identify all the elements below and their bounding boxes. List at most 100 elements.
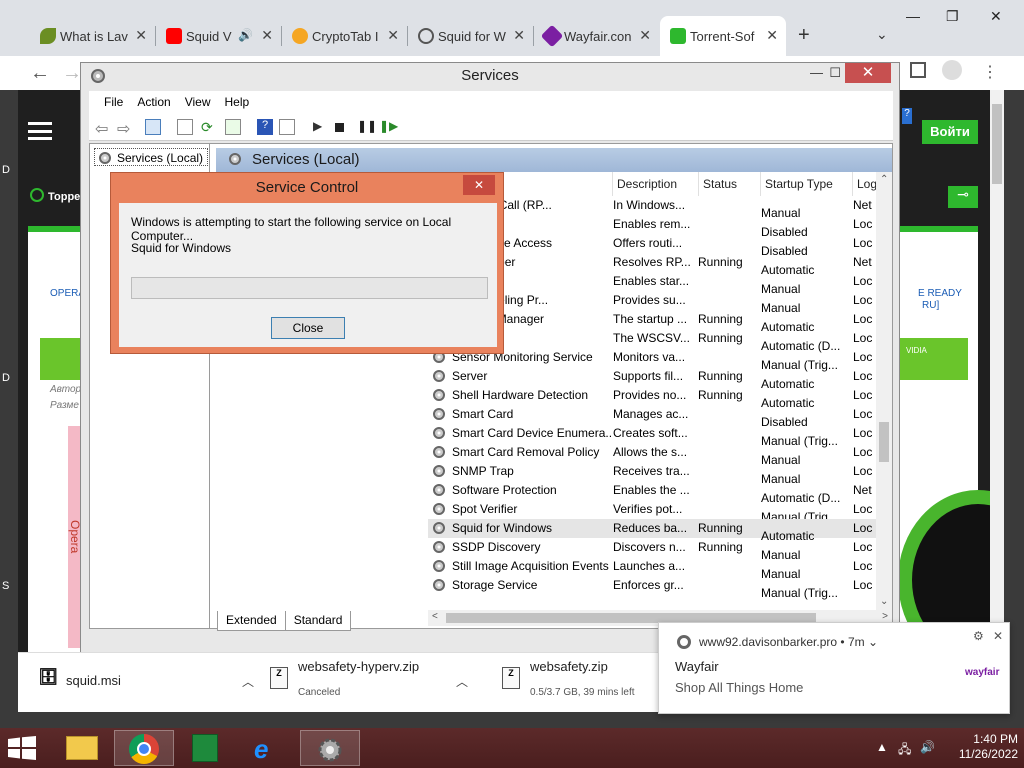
back-arrow-icon[interactable]: ← [30,62,50,85]
download-item[interactable]: 🗄 squid.msi ︿ [38,661,254,701]
tab-squid-for-windows[interactable]: Squid for W ✕ [408,16,533,56]
speaker-icon[interactable]: 🔊 [238,28,253,42]
tab-wayfair[interactable]: Wayfair.con ✕ [534,16,659,56]
start-service-icon[interactable]: ▶ [313,119,329,135]
taskbar-file-explorer[interactable] [52,730,112,766]
table-row[interactable]: Shell Hardware Detection Provides no... Ru… [428,386,892,410]
scroll-thumb[interactable] [992,104,1002,184]
taskbar-calculator[interactable] [176,730,236,766]
minimize-icon[interactable]: — [906,8,920,24]
system-clock[interactable]: 1:40 PM 11/26/2022 [928,732,1018,762]
close-icon[interactable]: ✕ [845,63,891,83]
push-notification[interactable]: www92.davisonbarker.pro • 7m ⌄ ⚙ ✕ Wayfa… [658,622,1010,714]
minimize-icon[interactable]: — [810,63,823,83]
tab-extended[interactable]: Extended [217,611,286,631]
gear-icon [433,389,445,401]
tab-standard[interactable]: Standard [284,611,352,631]
close-icon[interactable]: ✕ [387,27,399,44]
scroll-down-icon[interactable]: ⌄ [880,596,888,607]
close-icon[interactable]: ✕ [993,629,1003,643]
close-icon[interactable]: ✕ [135,27,147,44]
show-hidden-icons[interactable]: ▲ [876,740,888,754]
tab-search-icon[interactable]: ⌄ [876,26,888,43]
download-item[interactable]: Z websafety.zip 0.5/3.7 GB, 39 mins left [502,659,682,701]
show-hide-tree-icon[interactable] [145,119,161,135]
search-key-icon[interactable]: ⊸ [948,186,978,208]
network-icon[interactable]: 🖧 [898,740,911,761]
close-icon[interactable]: ✕ [766,27,778,44]
tree-item-services-local[interactable]: Services (Local) [94,148,209,166]
chevron-up-icon[interactable]: ︿ [456,673,468,690]
table-row[interactable]: Squid for Windows Reduces ba... Running Aut… [428,519,892,543]
tab-squid-video[interactable]: Squid V 🔊 ✕ [156,16,281,56]
table-row[interactable]: Smart Card Removal Policy Allows the s...… [428,443,892,467]
export-list-icon[interactable] [225,119,241,135]
table-row[interactable]: Software Protection Enables the ... Automa… [428,481,892,505]
hamburger-menu-icon[interactable] [28,122,52,140]
pause-service-icon[interactable]: ❚❚ [357,119,377,135]
taskbar-chrome[interactable] [114,730,174,766]
close-icon[interactable]: ✕ [639,27,651,44]
services-gear-icon [91,69,105,83]
download-item[interactable]: Z websafety-hyperv.zip Canceled ︿ [270,659,480,701]
menu-file[interactable]: File [97,91,130,113]
new-tab-button[interactable]: + [798,24,810,47]
service-description: Supports fil... [613,369,684,383]
table-row[interactable]: Smart Card Device Enumera... Creates soft… [428,424,892,448]
taskbar-services[interactable] [300,730,360,766]
dialog-close-button[interactable]: Close [271,317,345,339]
scroll-left-icon[interactable]: < [432,611,438,622]
properties-icon[interactable] [177,119,193,135]
tab-cryptotab[interactable]: CryptoTab I ✕ [282,16,407,56]
dialog-close-icon[interactable]: ✕ [463,175,495,195]
table-row[interactable]: Still Image Acquisition Events Launches a… [428,557,892,581]
table-row[interactable]: SNMP Trap Receives tra... Manual Loc [428,462,892,486]
forward-icon[interactable]: ⇨ [117,119,133,138]
tab-torrent-soft[interactable]: Torrent-Sof ✕ [660,16,786,56]
table-row[interactable]: Server Supports fil... Running Automatic Loc [428,367,892,391]
windows-start-icon[interactable] [8,736,36,760]
ready-link[interactable]: E READY [918,288,962,299]
chevron-up-icon[interactable]: ︿ [242,673,254,690]
stop-service-icon[interactable] [335,123,344,132]
close-icon[interactable]: ✕ [513,27,525,44]
ru-link[interactable]: RU] [922,300,939,311]
column-header-description[interactable]: Description [613,172,699,196]
tab-what-is-lav[interactable]: What is Lav ✕ [30,16,155,56]
restart-service-icon[interactable]: ❚▶ [379,119,398,135]
table-row[interactable]: Spot Verifier Verifies pot... Manual (Trig… [428,500,892,524]
avatar[interactable] [942,60,962,80]
table-row[interactable]: SSDP Discovery Discovers n... Running Manua… [428,538,892,562]
console-icon[interactable] [279,119,295,135]
menu-view[interactable]: View [178,91,218,113]
refresh-icon[interactable]: ⟳ [201,119,217,135]
taskbar-internet-explorer[interactable]: e [238,730,298,766]
extension-icon[interactable] [910,62,926,78]
services-titlebar[interactable]: Services — ☐ ✕ [81,63,899,91]
settings-gear-icon[interactable]: ⚙ [973,629,984,643]
column-header-startup-type[interactable]: Startup Type [761,172,853,196]
close-icon[interactable]: ✕ [261,27,273,44]
login-button[interactable]: Войти [922,120,978,144]
help-icon[interactable]: ? [257,119,273,135]
service-status: Running [698,388,743,402]
table-row[interactable]: Storage Service Enforces gr... Manual (Tri… [428,576,892,600]
scroll-up-icon[interactable]: ⌃ [880,174,888,185]
scroll-thumb[interactable] [879,422,889,462]
chevron-down-icon[interactable]: ⌄ [868,635,878,649]
service-name: Software Protection [452,483,557,497]
table-row[interactable]: Smart Card Manages ac... Disabled Loc [428,405,892,429]
back-icon[interactable]: ⇦ [95,119,111,138]
menu-kebab-icon[interactable]: ⋮ [982,62,998,82]
browser-scrollbar[interactable] [990,90,1004,652]
dialog-title[interactable]: Service Control [111,173,503,201]
restore-icon[interactable]: ❐ [946,8,959,25]
scroll-right-icon[interactable]: > [882,611,888,622]
menu-action[interactable]: Action [130,91,177,113]
services-vertical-scrollbar[interactable]: ⌃ ⌄ [876,172,892,610]
forward-arrow-icon[interactable]: → [62,62,82,85]
column-header-status[interactable]: Status [699,172,761,196]
close-window-icon[interactable]: ✕ [990,8,1002,25]
menu-help[interactable]: Help [218,91,257,113]
maximize-icon[interactable]: ☐ [829,63,841,83]
